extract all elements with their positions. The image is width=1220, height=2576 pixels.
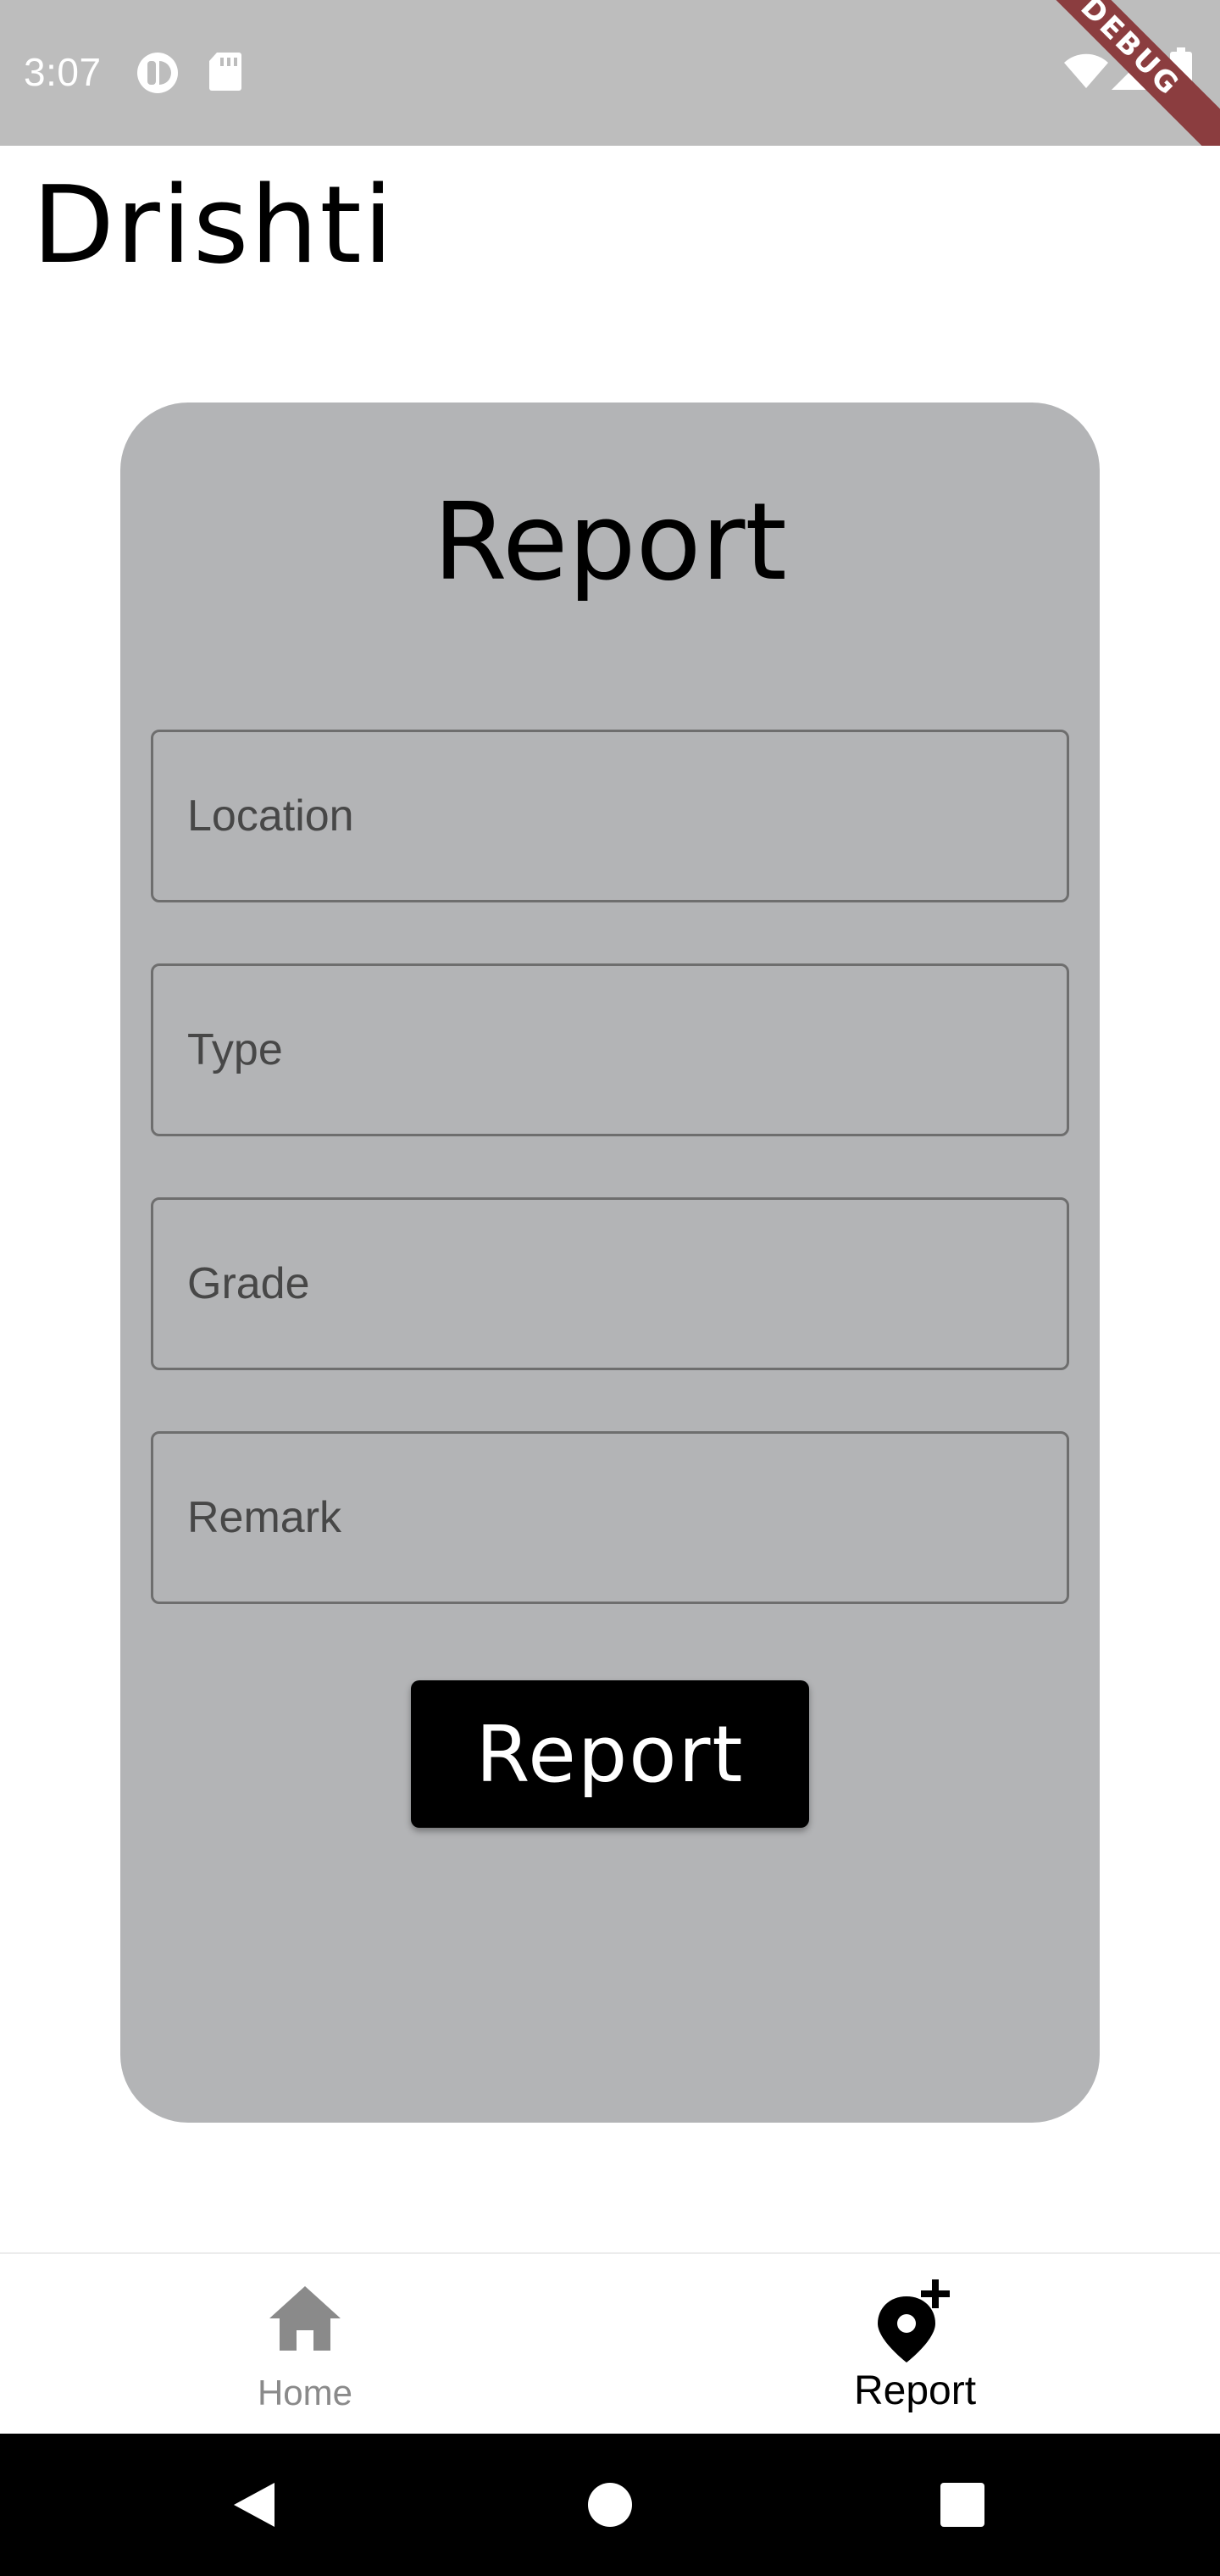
app-title: Drishti <box>32 163 395 287</box>
wifi-icon <box>1062 53 1110 90</box>
home-circle-icon[interactable] <box>578 2434 642 2576</box>
grade-field[interactable] <box>151 1197 1069 1370</box>
system-navigation-bar <box>0 2434 1220 2576</box>
nav-label-report: Report <box>853 2368 977 2413</box>
location-input[interactable] <box>153 732 1067 900</box>
add-location-icon <box>873 2279 957 2368</box>
grade-input[interactable] <box>153 1200 1067 1368</box>
nav-label-home: Home <box>257 2373 353 2412</box>
nav-item-report[interactable]: Report <box>610 2254 1220 2435</box>
type-input[interactable] <box>153 966 1067 1134</box>
location-field[interactable] <box>151 730 1069 902</box>
remark-field[interactable] <box>151 1431 1069 1604</box>
back-icon[interactable] <box>222 2434 286 2576</box>
report-submit-button[interactable]: Report <box>411 1680 809 1828</box>
type-field[interactable] <box>151 963 1069 1136</box>
remark-input[interactable] <box>153 1434 1067 1602</box>
home-icon <box>268 2285 342 2356</box>
recents-icon[interactable] <box>930 2434 995 2576</box>
bottom-navigation: Home Report <box>0 2252 1220 2434</box>
notification-icon <box>136 51 180 95</box>
report-card: Report Report <box>120 402 1100 2123</box>
report-card-title: Report <box>433 480 787 604</box>
sd-card-icon <box>208 51 242 92</box>
status-bar: 3:07 DEBUG <box>0 0 1220 146</box>
nav-item-home[interactable]: Home <box>0 2254 610 2435</box>
status-time: 3:07 <box>24 50 102 94</box>
